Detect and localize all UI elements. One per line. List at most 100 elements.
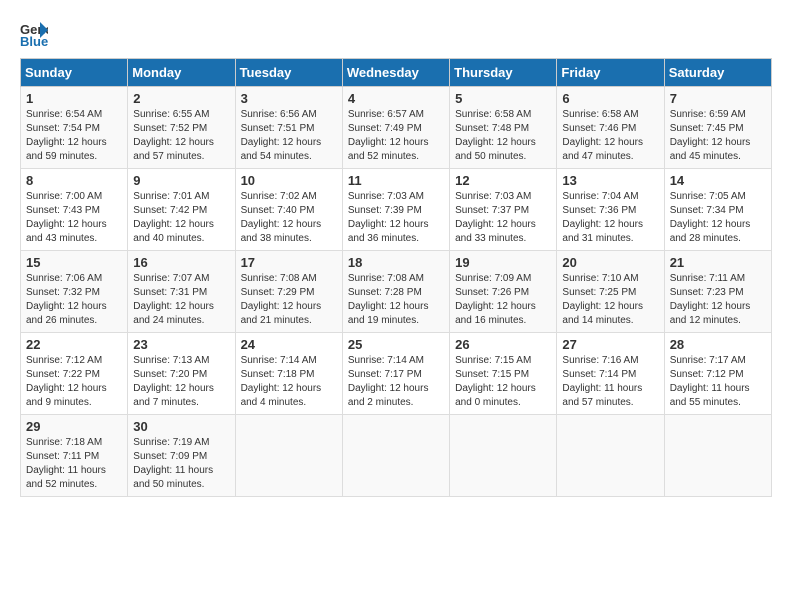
header-cell-saturday: Saturday xyxy=(664,59,771,87)
cell-text: Sunrise: 7:10 AMSunset: 7:25 PMDaylight:… xyxy=(562,273,643,326)
calendar-cell: 30 Sunrise: 7:19 AMSunset: 7:09 PMDaylig… xyxy=(128,415,235,497)
day-number: 18 xyxy=(348,255,444,270)
calendar-cell: 25 Sunrise: 7:14 AMSunset: 7:17 PMDaylig… xyxy=(342,333,449,415)
day-number: 27 xyxy=(562,337,658,352)
calendar-cell: 21 Sunrise: 7:11 AMSunset: 7:23 PMDaylig… xyxy=(664,251,771,333)
day-number: 3 xyxy=(241,91,337,106)
cell-text: Sunrise: 7:14 AMSunset: 7:18 PMDaylight:… xyxy=(241,355,322,408)
calendar-cell: 10 Sunrise: 7:02 AMSunset: 7:40 PMDaylig… xyxy=(235,169,342,251)
cell-text: Sunrise: 7:03 AMSunset: 7:37 PMDaylight:… xyxy=(455,191,536,244)
calendar-cell: 14 Sunrise: 7:05 AMSunset: 7:34 PMDaylig… xyxy=(664,169,771,251)
cell-text: Sunrise: 7:09 AMSunset: 7:26 PMDaylight:… xyxy=(455,273,536,326)
header-cell-tuesday: Tuesday xyxy=(235,59,342,87)
calendar-cell: 24 Sunrise: 7:14 AMSunset: 7:18 PMDaylig… xyxy=(235,333,342,415)
calendar-cell: 20 Sunrise: 7:10 AMSunset: 7:25 PMDaylig… xyxy=(557,251,664,333)
day-number: 10 xyxy=(241,173,337,188)
day-number: 11 xyxy=(348,173,444,188)
calendar-cell: 27 Sunrise: 7:16 AMSunset: 7:14 PMDaylig… xyxy=(557,333,664,415)
logo-icon: General Blue xyxy=(20,20,48,48)
cell-text: Sunrise: 7:12 AMSunset: 7:22 PMDaylight:… xyxy=(26,355,107,408)
calendar-cell: 9 Sunrise: 7:01 AMSunset: 7:42 PMDayligh… xyxy=(128,169,235,251)
calendar-week-row: 22 Sunrise: 7:12 AMSunset: 7:22 PMDaylig… xyxy=(21,333,772,415)
day-number: 28 xyxy=(670,337,766,352)
calendar-cell: 15 Sunrise: 7:06 AMSunset: 7:32 PMDaylig… xyxy=(21,251,128,333)
calendar-cell xyxy=(342,415,449,497)
day-number: 5 xyxy=(455,91,551,106)
logo: General Blue xyxy=(20,20,48,48)
cell-text: Sunrise: 7:19 AMSunset: 7:09 PMDaylight:… xyxy=(133,437,213,490)
cell-text: Sunrise: 6:54 AMSunset: 7:54 PMDaylight:… xyxy=(26,109,107,162)
calendar-cell: 12 Sunrise: 7:03 AMSunset: 7:37 PMDaylig… xyxy=(450,169,557,251)
cell-text: Sunrise: 7:17 AMSunset: 7:12 PMDaylight:… xyxy=(670,355,750,408)
day-number: 16 xyxy=(133,255,229,270)
calendar-header-row: SundayMondayTuesdayWednesdayThursdayFrid… xyxy=(21,59,772,87)
day-number: 15 xyxy=(26,255,122,270)
day-number: 25 xyxy=(348,337,444,352)
calendar-cell: 22 Sunrise: 7:12 AMSunset: 7:22 PMDaylig… xyxy=(21,333,128,415)
day-number: 13 xyxy=(562,173,658,188)
calendar-cell: 3 Sunrise: 6:56 AMSunset: 7:51 PMDayligh… xyxy=(235,87,342,169)
svg-text:Blue: Blue xyxy=(20,34,48,48)
day-number: 2 xyxy=(133,91,229,106)
calendar-cell: 26 Sunrise: 7:15 AMSunset: 7:15 PMDaylig… xyxy=(450,333,557,415)
calendar-week-row: 29 Sunrise: 7:18 AMSunset: 7:11 PMDaylig… xyxy=(21,415,772,497)
cell-text: Sunrise: 6:59 AMSunset: 7:45 PMDaylight:… xyxy=(670,109,751,162)
calendar-cell xyxy=(557,415,664,497)
calendar-cell: 11 Sunrise: 7:03 AMSunset: 7:39 PMDaylig… xyxy=(342,169,449,251)
header-cell-friday: Friday xyxy=(557,59,664,87)
day-number: 12 xyxy=(455,173,551,188)
calendar-table: SundayMondayTuesdayWednesdayThursdayFrid… xyxy=(20,58,772,497)
cell-text: Sunrise: 7:02 AMSunset: 7:40 PMDaylight:… xyxy=(241,191,322,244)
day-number: 17 xyxy=(241,255,337,270)
cell-text: Sunrise: 7:13 AMSunset: 7:20 PMDaylight:… xyxy=(133,355,214,408)
header-cell-wednesday: Wednesday xyxy=(342,59,449,87)
day-number: 20 xyxy=(562,255,658,270)
calendar-cell: 2 Sunrise: 6:55 AMSunset: 7:52 PMDayligh… xyxy=(128,87,235,169)
day-number: 22 xyxy=(26,337,122,352)
calendar-cell xyxy=(664,415,771,497)
day-number: 19 xyxy=(455,255,551,270)
cell-text: Sunrise: 7:01 AMSunset: 7:42 PMDaylight:… xyxy=(133,191,214,244)
day-number: 30 xyxy=(133,419,229,434)
calendar-week-row: 8 Sunrise: 7:00 AMSunset: 7:43 PMDayligh… xyxy=(21,169,772,251)
calendar-cell: 16 Sunrise: 7:07 AMSunset: 7:31 PMDaylig… xyxy=(128,251,235,333)
calendar-cell: 13 Sunrise: 7:04 AMSunset: 7:36 PMDaylig… xyxy=(557,169,664,251)
cell-text: Sunrise: 6:58 AMSunset: 7:48 PMDaylight:… xyxy=(455,109,536,162)
day-number: 8 xyxy=(26,173,122,188)
day-number: 14 xyxy=(670,173,766,188)
cell-text: Sunrise: 7:04 AMSunset: 7:36 PMDaylight:… xyxy=(562,191,643,244)
calendar-cell: 8 Sunrise: 7:00 AMSunset: 7:43 PMDayligh… xyxy=(21,169,128,251)
calendar-cell: 5 Sunrise: 6:58 AMSunset: 7:48 PMDayligh… xyxy=(450,87,557,169)
cell-text: Sunrise: 7:08 AMSunset: 7:28 PMDaylight:… xyxy=(348,273,429,326)
cell-text: Sunrise: 7:05 AMSunset: 7:34 PMDaylight:… xyxy=(670,191,751,244)
calendar-cell: 18 Sunrise: 7:08 AMSunset: 7:28 PMDaylig… xyxy=(342,251,449,333)
calendar-cell: 1 Sunrise: 6:54 AMSunset: 7:54 PMDayligh… xyxy=(21,87,128,169)
day-number: 7 xyxy=(670,91,766,106)
day-number: 9 xyxy=(133,173,229,188)
cell-text: Sunrise: 7:15 AMSunset: 7:15 PMDaylight:… xyxy=(455,355,536,408)
calendar-week-row: 15 Sunrise: 7:06 AMSunset: 7:32 PMDaylig… xyxy=(21,251,772,333)
cell-text: Sunrise: 7:07 AMSunset: 7:31 PMDaylight:… xyxy=(133,273,214,326)
calendar-cell: 17 Sunrise: 7:08 AMSunset: 7:29 PMDaylig… xyxy=(235,251,342,333)
header: General Blue xyxy=(20,20,772,48)
cell-text: Sunrise: 7:03 AMSunset: 7:39 PMDaylight:… xyxy=(348,191,429,244)
day-number: 29 xyxy=(26,419,122,434)
cell-text: Sunrise: 6:56 AMSunset: 7:51 PMDaylight:… xyxy=(241,109,322,162)
calendar-cell: 29 Sunrise: 7:18 AMSunset: 7:11 PMDaylig… xyxy=(21,415,128,497)
day-number: 6 xyxy=(562,91,658,106)
day-number: 24 xyxy=(241,337,337,352)
cell-text: Sunrise: 6:58 AMSunset: 7:46 PMDaylight:… xyxy=(562,109,643,162)
header-cell-sunday: Sunday xyxy=(21,59,128,87)
day-number: 21 xyxy=(670,255,766,270)
cell-text: Sunrise: 7:06 AMSunset: 7:32 PMDaylight:… xyxy=(26,273,107,326)
day-number: 26 xyxy=(455,337,551,352)
calendar-cell xyxy=(450,415,557,497)
cell-text: Sunrise: 6:57 AMSunset: 7:49 PMDaylight:… xyxy=(348,109,429,162)
header-cell-thursday: Thursday xyxy=(450,59,557,87)
calendar-cell: 6 Sunrise: 6:58 AMSunset: 7:46 PMDayligh… xyxy=(557,87,664,169)
day-number: 1 xyxy=(26,91,122,106)
cell-text: Sunrise: 7:11 AMSunset: 7:23 PMDaylight:… xyxy=(670,273,751,326)
cell-text: Sunrise: 7:00 AMSunset: 7:43 PMDaylight:… xyxy=(26,191,107,244)
cell-text: Sunrise: 6:55 AMSunset: 7:52 PMDaylight:… xyxy=(133,109,214,162)
calendar-cell: 28 Sunrise: 7:17 AMSunset: 7:12 PMDaylig… xyxy=(664,333,771,415)
